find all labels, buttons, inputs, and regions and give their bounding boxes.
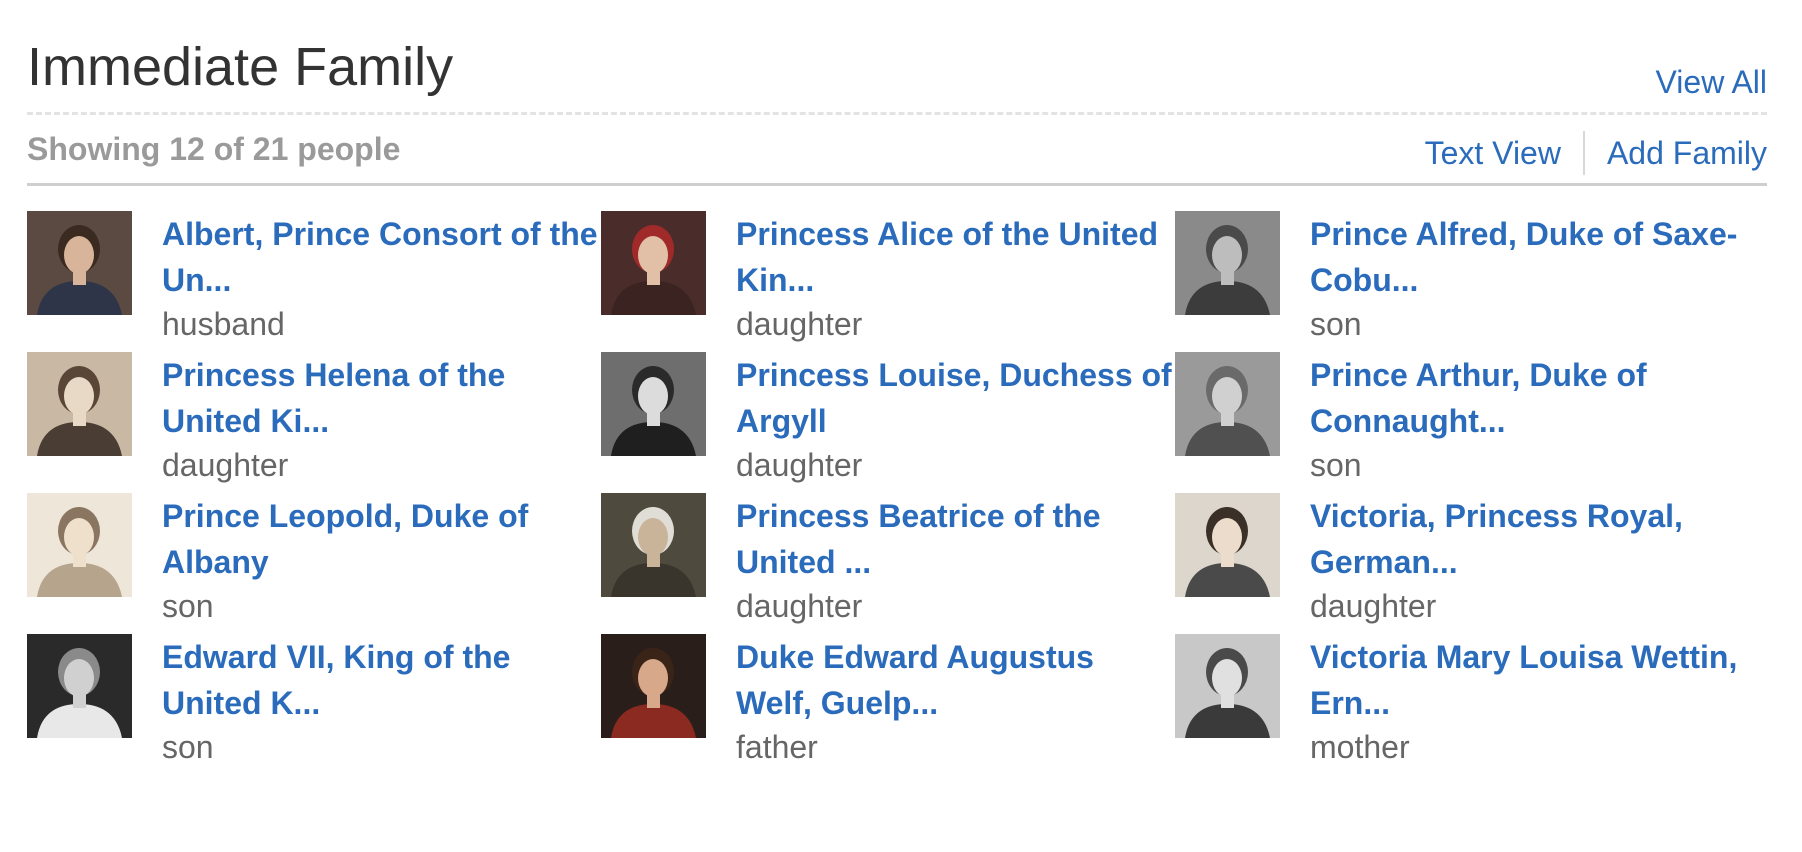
person-relation: daughter bbox=[736, 306, 863, 342]
person-name-link[interactable]: Prince Alfred, Duke of Saxe-Cobu... bbox=[1310, 211, 1750, 303]
person-name-link[interactable]: Prince Leopold, Duke of Albany bbox=[162, 493, 602, 585]
immediate-family-panel: Immediate Family View All Showing 12 of … bbox=[27, 0, 1767, 186]
person-name-link[interactable]: Victoria Mary Louisa Wettin, Ern... bbox=[1310, 634, 1750, 726]
text-view-link[interactable]: Text View bbox=[1425, 133, 1561, 173]
portrait-image bbox=[601, 352, 706, 456]
portrait-image bbox=[27, 352, 132, 456]
person-photo[interactable] bbox=[1175, 634, 1280, 738]
portrait-image bbox=[27, 634, 132, 738]
person-card: Princess Helena of the United Ki... daug… bbox=[27, 352, 601, 493]
portrait-image bbox=[1175, 352, 1280, 456]
person-card: Princess Louise, Duchess of Argyll daugh… bbox=[601, 352, 1175, 493]
person-card: Duke Edward Augustus Welf, Guelp... fath… bbox=[601, 634, 1175, 775]
portrait-image bbox=[601, 634, 706, 738]
person-photo[interactable] bbox=[601, 493, 706, 597]
portrait-image bbox=[601, 211, 706, 315]
person-name-link[interactable]: Princess Helena of the United Ki... bbox=[162, 352, 602, 444]
person-name-link[interactable]: Princess Louise, Duchess of Argyll bbox=[736, 352, 1176, 444]
person-name-link[interactable]: Edward VII, King of the United K... bbox=[162, 634, 602, 726]
portrait-image bbox=[27, 493, 132, 597]
add-family-link[interactable]: Add Family bbox=[1607, 133, 1767, 173]
person-photo[interactable] bbox=[27, 211, 132, 315]
person-photo[interactable] bbox=[601, 211, 706, 315]
panel-subheader: Showing 12 of 21 people Text View Add Fa… bbox=[27, 115, 1767, 186]
person-relation: father bbox=[736, 729, 818, 765]
person-relation: son bbox=[162, 588, 214, 624]
person-photo[interactable] bbox=[601, 352, 706, 456]
portrait-image bbox=[601, 493, 706, 597]
person-card: Prince Alfred, Duke of Saxe-Cobu... son bbox=[1175, 211, 1767, 352]
person-relation: mother bbox=[1310, 729, 1410, 765]
person-name-link[interactable]: Prince Arthur, Duke of Connaught... bbox=[1310, 352, 1750, 444]
page-title: Immediate Family bbox=[27, 37, 454, 97]
showing-count: Showing 12 of 21 people bbox=[27, 131, 401, 167]
person-photo[interactable] bbox=[27, 493, 132, 597]
person-card: Princess Beatrice of the United ... daug… bbox=[601, 493, 1175, 634]
person-card: Albert, Prince Consort of the Un... husb… bbox=[27, 211, 601, 352]
person-photo[interactable] bbox=[1175, 352, 1280, 456]
person-name-link[interactable]: Albert, Prince Consort of the Un... bbox=[162, 211, 602, 303]
person-photo[interactable] bbox=[1175, 493, 1280, 597]
person-relation: son bbox=[1310, 447, 1362, 483]
portrait-image bbox=[1175, 493, 1280, 597]
person-relation: daughter bbox=[736, 447, 863, 483]
person-name-link[interactable]: Victoria, Princess Royal, German... bbox=[1310, 493, 1750, 585]
panel-header: Immediate Family View All bbox=[27, 0, 1767, 115]
person-photo[interactable] bbox=[601, 634, 706, 738]
person-card: Edward VII, King of the United K... son bbox=[27, 634, 601, 775]
person-name-link[interactable]: Princess Beatrice of the United ... bbox=[736, 493, 1176, 585]
person-relation: daughter bbox=[736, 588, 863, 624]
person-card: Princess Alice of the United Kin... daug… bbox=[601, 211, 1175, 352]
portrait-image bbox=[1175, 634, 1280, 738]
person-relation: daughter bbox=[162, 447, 289, 483]
view-all-link[interactable]: View All bbox=[1656, 62, 1767, 102]
person-photo[interactable] bbox=[1175, 211, 1280, 315]
person-card: Prince Arthur, Duke of Connaught... son bbox=[1175, 352, 1767, 493]
subheader-links: Text View Add Family bbox=[1425, 129, 1767, 177]
person-photo[interactable] bbox=[27, 352, 132, 456]
person-name-link[interactable]: Duke Edward Augustus Welf, Guelp... bbox=[736, 634, 1176, 726]
family-grid: Albert, Prince Consort of the Un... husb… bbox=[27, 211, 1767, 775]
person-photo[interactable] bbox=[27, 634, 132, 738]
person-relation: son bbox=[1310, 306, 1362, 342]
person-relation: son bbox=[162, 729, 214, 765]
portrait-image bbox=[27, 211, 132, 315]
person-card: Prince Leopold, Duke of Albany son bbox=[27, 493, 601, 634]
portrait-image bbox=[1175, 211, 1280, 315]
person-relation: daughter bbox=[1310, 588, 1437, 624]
person-card: Victoria Mary Louisa Wettin, Ern... moth… bbox=[1175, 634, 1767, 775]
link-divider bbox=[1582, 131, 1585, 175]
person-name-link[interactable]: Princess Alice of the United Kin... bbox=[736, 211, 1176, 303]
person-relation: husband bbox=[162, 306, 285, 342]
person-card: Victoria, Princess Royal, German... daug… bbox=[1175, 493, 1767, 634]
